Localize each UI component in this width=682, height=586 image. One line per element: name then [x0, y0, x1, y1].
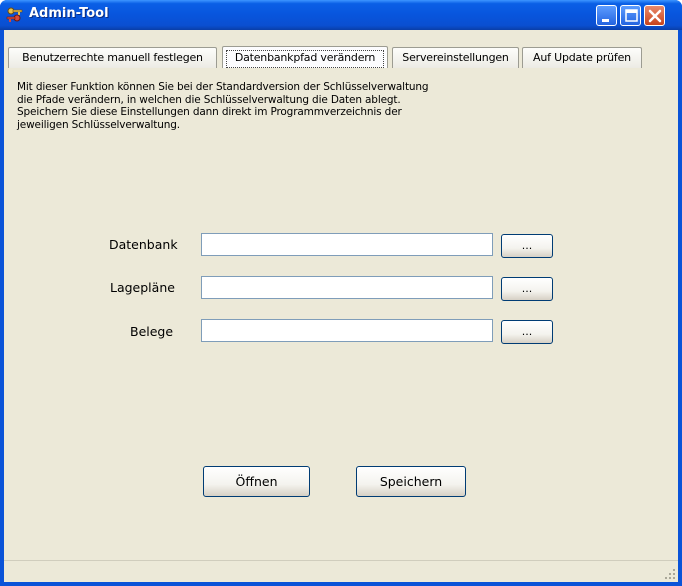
maximize-button[interactable] [620, 5, 641, 26]
tab-benutzerrechte[interactable]: Benutzerrechte manuell festlegen [8, 47, 217, 68]
description-line: jeweiligen Schlüsselverwaltung. [17, 118, 180, 131]
belege-browse-button[interactable]: ... [501, 320, 553, 344]
minimize-icon [602, 19, 609, 22]
tab-label: Datenbankpfad verändern [234, 51, 376, 64]
tab-update[interactable]: Auf Update prüfen [522, 47, 642, 68]
lageplaene-browse-button[interactable]: ... [501, 277, 553, 301]
datenbank-browse-button[interactable]: ... [501, 234, 553, 258]
app-window: Admin-Tool Benutzerrechte manuell festle… [0, 0, 682, 586]
resize-grip-icon[interactable] [664, 568, 676, 580]
belege-label: Belege [130, 324, 174, 339]
window-title: Admin-Tool [29, 6, 109, 21]
save-button[interactable]: Speichern [356, 466, 466, 497]
datenbank-label: Datenbank [109, 237, 178, 252]
close-icon [648, 9, 662, 23]
description-text: Mit dieser Funktion können Sie bei der S… [17, 81, 487, 131]
status-bar [4, 560, 678, 582]
datenbank-path-input[interactable] [201, 233, 493, 256]
belege-path-input[interactable] [201, 319, 493, 342]
lageplaene-path-input[interactable] [201, 276, 493, 299]
minimize-button[interactable] [596, 5, 617, 26]
tab-label: Auf Update prüfen [533, 51, 631, 64]
tab-servereinstellungen[interactable]: Servereinstellungen [392, 47, 519, 68]
tab-label: Benutzerrechte manuell festlegen [22, 51, 203, 64]
tab-page-datenbankpfad [8, 68, 678, 558]
close-button[interactable] [644, 5, 665, 26]
maximize-icon [625, 9, 638, 22]
tab-datenbankpfad[interactable]: Datenbankpfad verändern [222, 46, 388, 69]
description-line: Mit dieser Funktion können Sie bei der S… [17, 81, 429, 93]
open-button[interactable]: Öffnen [203, 466, 310, 497]
tab-label: Servereinstellungen [402, 51, 509, 64]
app-icon [6, 7, 23, 22]
description-line: die Pfade verändern, in welchen die Schl… [17, 93, 401, 106]
tab-focus-rect: Datenbankpfad verändern [226, 50, 384, 68]
title-bar[interactable]: Admin-Tool [0, 0, 682, 30]
lageplaene-label: Lagepläne [110, 280, 175, 295]
description-line: Speichern Sie diese Einstellungen dann d… [17, 106, 402, 118]
